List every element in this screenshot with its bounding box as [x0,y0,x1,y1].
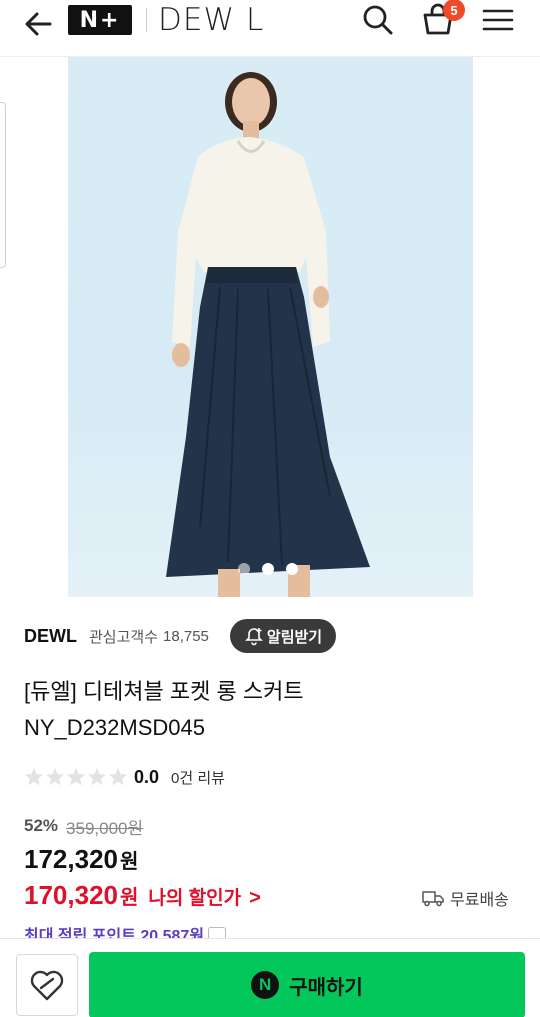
review-count[interactable]: 0건 리뷰 [171,767,225,788]
naver-plus-badge[interactable]: N+ [68,5,132,35]
shipping-info: 무료배송 [422,886,509,910]
star-icon [25,768,43,786]
gallery-pagination[interactable] [238,563,308,577]
truck-icon [422,891,444,907]
original-price: 359,000원 [66,818,144,838]
discount-percent: 52% [24,816,59,835]
chevron-right-icon: > [249,887,261,909]
product-code: NY_D232MSD045 [24,715,205,740]
follower-label: 관심고객수 [89,628,159,646]
my-discount-price-unit: 원 [119,887,139,909]
follower-count: 18,755 [163,627,209,645]
gallery-dot-1[interactable] [238,563,250,575]
buy-button-label: 구매하기 [289,976,363,999]
bottom-action-bar: N 구매하기 [0,938,540,1017]
sale-price: 172,320 [24,844,118,874]
sale-price-row: 172,320 원 [24,844,138,875]
brand-logo[interactable]: DEW L [158,2,264,38]
star-icon [46,768,64,786]
brand-row: DEWL 관심고객수 18,755 [24,620,209,652]
model-illustration [166,72,370,597]
wishlist-button[interactable] [16,954,78,1016]
heart-icon [30,970,64,1001]
discount-row: 52% 359,000원 [24,815,144,838]
top-header: N+ DEW L 5 [0,0,540,52]
sale-price-unit: 원 [119,851,139,873]
search-icon[interactable] [360,2,396,38]
menu-icon[interactable] [482,6,514,34]
notify-button[interactable]: 알림받기 [230,619,336,653]
store-brand-name[interactable]: DEWL [24,626,77,647]
gallery-dot-3[interactable] [286,563,298,575]
shipping-label: 무료배송 [450,892,509,909]
my-discount-price-row[interactable]: 170,320 원 나의 할인가 > [24,880,261,911]
star-icon [67,768,85,786]
side-drawer-handle[interactable] [0,102,6,268]
bell-plus-icon [244,628,263,646]
notify-button-label: 알림받기 [266,628,323,646]
my-discount-price: 170,320 [24,880,118,910]
gallery-dot-2[interactable] [262,563,274,575]
star-icon [88,768,106,786]
product-image[interactable] [68,57,473,597]
my-discount-label: 나의 할인가 [148,888,242,909]
cart-count-badge: 5 [443,0,465,21]
back-arrow-icon[interactable] [20,6,56,42]
product-title: [듀엘] 디테쳐블 포켓 롱 스커트 [24,679,304,704]
naver-pay-icon: N [251,971,280,999]
star-icon [109,768,127,786]
rating-row[interactable]: 0.0 0건 리뷰 [24,765,225,789]
star-rating [24,767,128,787]
buy-button[interactable]: N 구매하기 [89,952,525,1017]
header-divider [146,8,147,32]
rating-value: 0.0 [134,766,160,787]
